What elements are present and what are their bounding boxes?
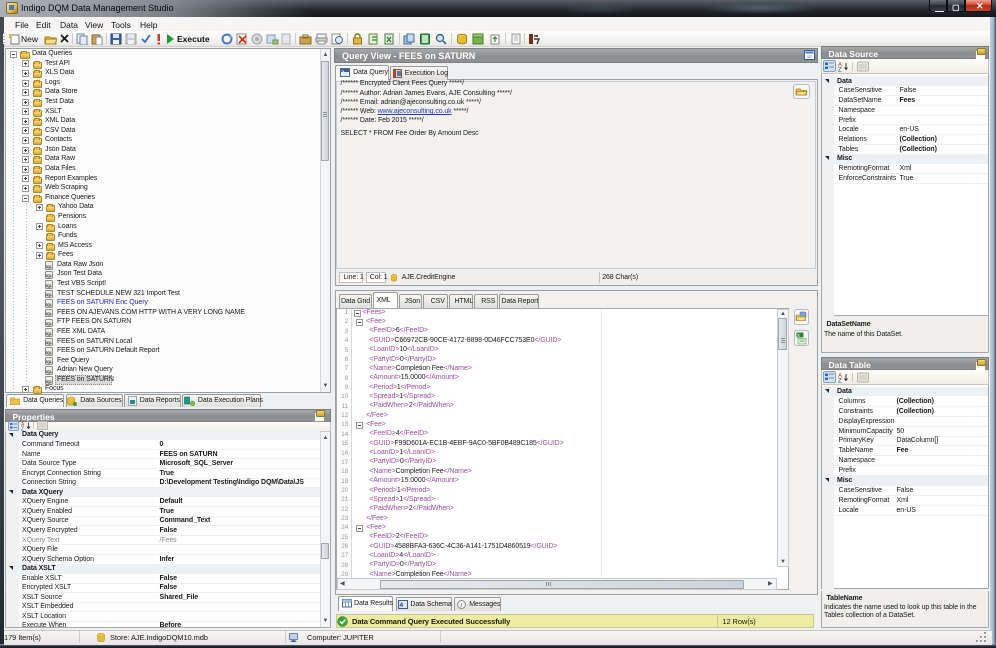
svg-text:Z: Z xyxy=(838,67,842,72)
svg-text:X: X xyxy=(797,333,800,338)
svg-text:4: 4 xyxy=(399,602,403,609)
svg-text:Z: Z xyxy=(838,378,842,383)
svg-text:i: i xyxy=(460,602,462,609)
